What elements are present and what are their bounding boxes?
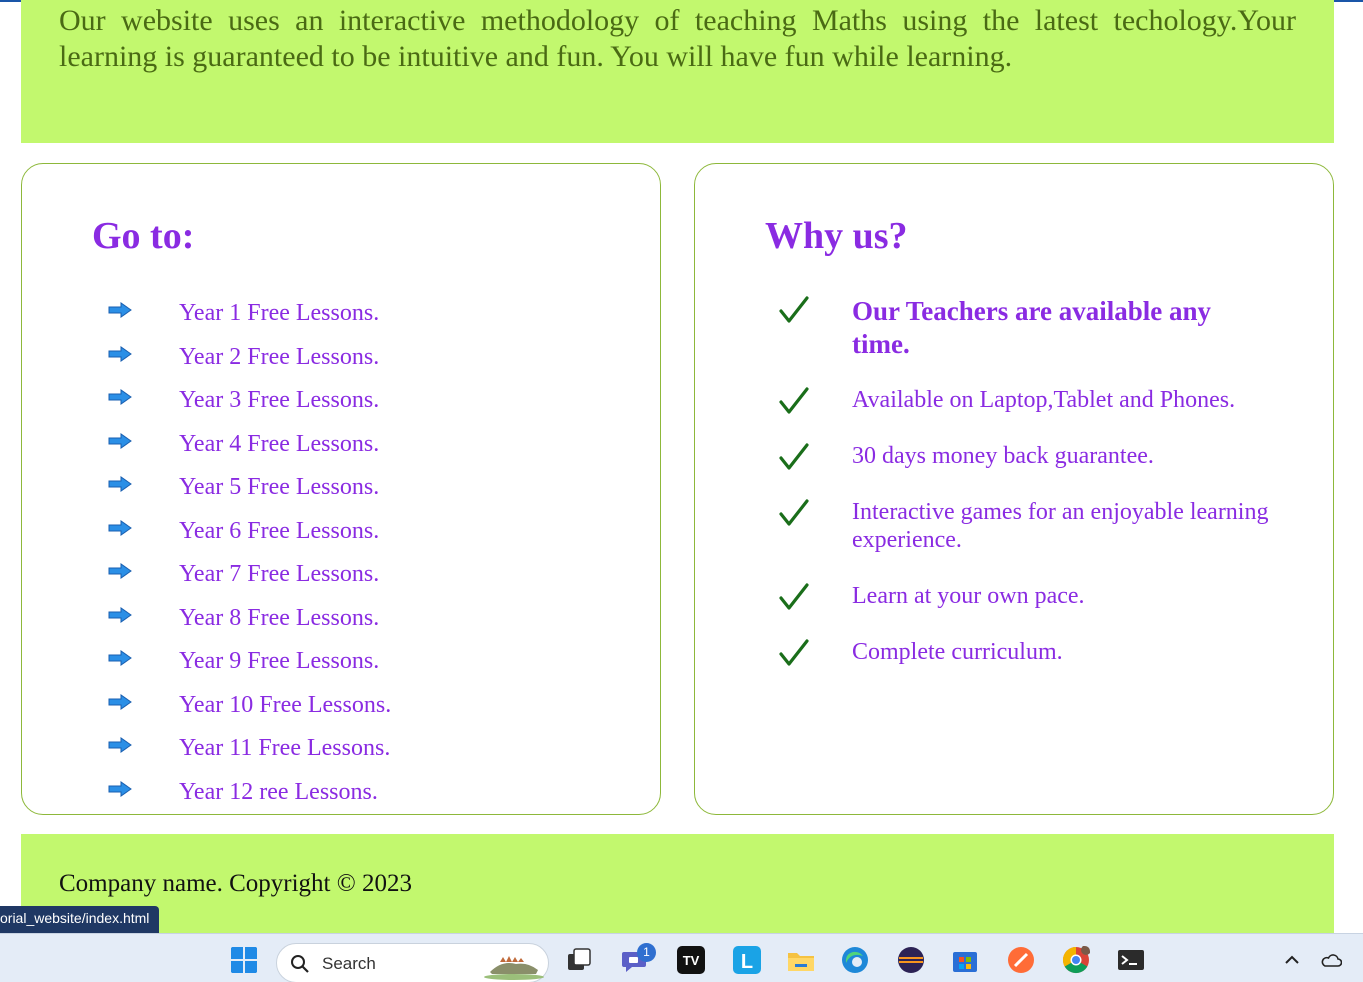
checkmark-icon — [779, 583, 809, 610]
why-us-text: Complete curriculum. — [852, 639, 1063, 665]
checkmark-icon — [779, 296, 809, 323]
svg-text:TV: TV — [683, 953, 700, 968]
why-us-panel: Why us? Our Teachers are available any t… — [694, 163, 1334, 815]
why-us-title: Why us? — [765, 215, 908, 257]
intro-text: Our website uses an interactive methodol… — [59, 4, 1296, 73]
footer: Company name. Copyright © 2023 — [21, 834, 1334, 934]
lesson-link[interactable]: Year 11 Free Lessons. — [179, 735, 390, 762]
arrow-right-icon — [108, 607, 132, 623]
windows-taskbar: Search 1 TV L — [0, 933, 1363, 982]
why-us-text: Our Teachers are available any time. — [852, 296, 1212, 359]
why-us-text: Available on Laptop,Tablet and Phones. — [852, 387, 1236, 413]
why-us-text: Interactive games for an enjoyable learn… — [852, 499, 1269, 553]
checkmark-icon — [779, 499, 809, 526]
lesson-link-item[interactable]: Year 9 Free Lessons. — [22, 648, 622, 682]
arrow-right-icon — [108, 563, 132, 579]
copyright-text: Company name. Copyright © 2023 — [59, 870, 412, 897]
search-label: Search — [322, 954, 376, 973]
lesson-link-item[interactable]: Year 12 ree Lessons. — [22, 779, 622, 813]
arrow-right-icon — [108, 737, 132, 753]
lesson-link-item[interactable]: Year 1 Free Lessons. — [22, 300, 622, 334]
lesson-link-item[interactable]: Year 4 Free Lessons. — [22, 431, 622, 465]
lesson-link-item[interactable]: Year 5 Free Lessons. — [22, 474, 622, 508]
lesson-link-item[interactable]: Year 10 Free Lessons. — [22, 692, 622, 726]
arrow-right-icon — [108, 781, 132, 797]
taskbar-search-box[interactable]: Search — [276, 943, 549, 982]
arrow-right-icon — [108, 389, 132, 405]
checkmark-icon — [779, 639, 809, 666]
arrow-right-icon — [108, 346, 132, 362]
goto-title: Go to: — [92, 215, 195, 257]
goto-panel: Go to: Year 1 Free Lessons. Year 2 Free L… — [21, 163, 661, 815]
svg-text:L: L — [741, 951, 753, 973]
arrow-right-icon — [108, 650, 132, 666]
chrome-icon[interactable] — [1062, 946, 1090, 974]
lesson-link-item[interactable]: Year 2 Free Lessons. — [22, 344, 622, 378]
why-us-text: Learn at your own pace. — [852, 583, 1085, 609]
lesson-link-item[interactable]: Year 6 Free Lessons. — [22, 518, 622, 552]
postman-icon[interactable] — [1007, 946, 1035, 974]
checkmark-icon — [779, 387, 809, 414]
lesson-link[interactable]: Year 2 Free Lessons. — [179, 344, 379, 371]
lesson-link[interactable]: Year 9 Free Lessons. — [179, 648, 379, 675]
lesson-link-item[interactable]: Year 7 Free Lessons. — [22, 561, 622, 595]
lesson-link-item[interactable]: Year 11 Free Lessons. — [22, 735, 622, 769]
arrow-right-icon — [108, 520, 132, 536]
chat-notification-badge: 1 — [637, 943, 656, 962]
dinosaur-illustration-icon — [484, 956, 544, 980]
arrow-right-icon — [108, 433, 132, 449]
terminal-icon[interactable] — [1117, 946, 1145, 974]
lesson-link[interactable]: Year 10 Free Lessons. — [179, 692, 391, 719]
lesson-link[interactable]: Year 8 Free Lessons. — [179, 605, 379, 632]
status-bar-url: orial_website/index.html — [0, 906, 160, 933]
windows-start-icon[interactable] — [230, 946, 258, 974]
lesson-link-item[interactable]: Year 3 Free Lessons. — [22, 387, 622, 421]
eclipse-icon[interactable] — [897, 946, 925, 974]
arrow-right-icon — [108, 302, 132, 318]
lesson-link[interactable]: Year 6 Free Lessons. — [179, 518, 379, 545]
why-us-text: 30 days money back guarantee. — [852, 443, 1154, 469]
onedrive-icon[interactable] — [1320, 950, 1342, 970]
microsoft-store-icon[interactable] — [951, 946, 979, 974]
lesson-link[interactable]: Year 7 Free Lessons. — [179, 561, 379, 588]
intro-banner: Our website uses an interactive methodol… — [21, 0, 1334, 143]
search-icon — [291, 955, 309, 973]
edge-icon[interactable] — [841, 946, 869, 974]
file-explorer-icon[interactable] — [787, 946, 815, 974]
lesson-link-item[interactable]: Year 8 Free Lessons. — [22, 605, 622, 639]
arrow-right-icon — [108, 476, 132, 492]
task-view-icon[interactable] — [565, 946, 593, 974]
lesson-link[interactable]: Year 4 Free Lessons. — [179, 431, 379, 458]
lesson-link[interactable]: Year 1 Free Lessons. — [179, 300, 379, 327]
chevron-up-icon[interactable] — [1281, 950, 1303, 970]
arrow-right-icon — [108, 694, 132, 710]
checkmark-icon — [779, 443, 809, 470]
l-app-icon[interactable]: L — [733, 946, 761, 974]
lesson-link[interactable]: Year 5 Free Lessons. — [179, 474, 379, 501]
lesson-link[interactable]: Year 3 Free Lessons. — [179, 387, 379, 414]
lesson-link[interactable]: Year 12 ree Lessons. — [179, 779, 378, 806]
tradingview-icon[interactable]: TV — [677, 946, 705, 974]
